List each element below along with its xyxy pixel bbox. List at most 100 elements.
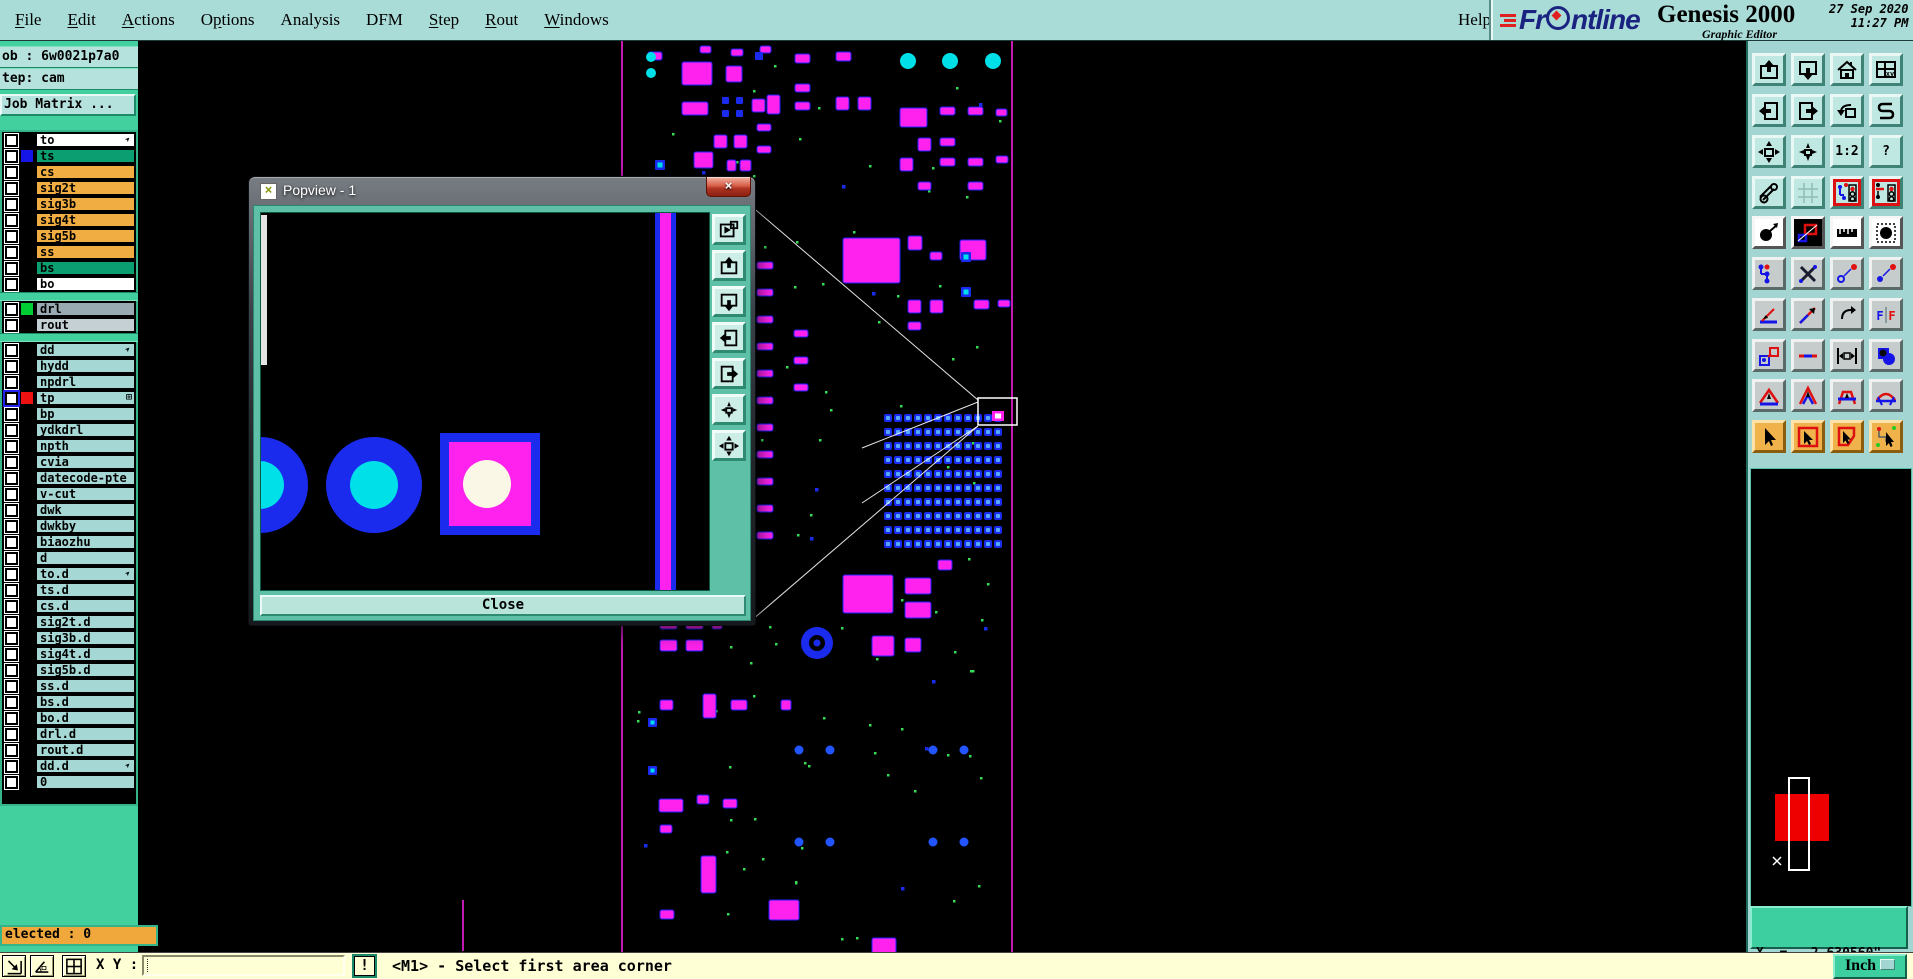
layer-color-swatch[interactable]	[21, 568, 33, 580]
layer-row-ss[interactable]: ss	[2, 244, 136, 260]
menu-analysis[interactable]: Analysis	[268, 10, 354, 30]
layer-row-drl.d[interactable]: drl.d	[2, 726, 136, 742]
layer-color-swatch[interactable]	[21, 600, 33, 612]
unit-dropdown[interactable]: Inch	[1833, 954, 1907, 979]
layer-row-sig3b[interactable]: sig3b	[2, 196, 136, 212]
layer-color-swatch[interactable]	[21, 632, 33, 644]
quad-view-button[interactable]	[62, 955, 86, 977]
select-net-button[interactable]	[1869, 420, 1903, 453]
layer-name-chip[interactable]: cs.d	[36, 599, 135, 613]
layer-name-chip[interactable]: dwk	[36, 503, 135, 517]
job-matrix-button[interactable]: Job Matrix ...	[0, 94, 136, 116]
layer-color-swatch[interactable]	[21, 472, 33, 484]
layer-checkbox[interactable]	[4, 598, 19, 614]
measure-slope-button[interactable]	[1791, 298, 1825, 331]
layer-color-swatch[interactable]	[21, 552, 33, 564]
layer-checkbox[interactable]	[4, 582, 19, 598]
layer-name-chip[interactable]: ydkdrl	[36, 423, 135, 437]
arc-tool-3-button[interactable]	[1830, 379, 1864, 412]
window-xy-button[interactable]: xy	[1869, 53, 1903, 86]
layer-name-chip[interactable]: npdrl	[36, 375, 135, 389]
popview-scrollbar[interactable]	[261, 215, 267, 365]
views-history-button[interactable]	[1869, 94, 1903, 127]
layer-row-ts.d[interactable]: ts.d	[2, 582, 136, 598]
layer-row-sig5b[interactable]: sig5b	[2, 228, 136, 244]
menu-file[interactable]: File	[2, 10, 54, 30]
layer-color-swatch[interactable]	[21, 456, 33, 468]
layer-checkbox[interactable]	[4, 422, 19, 438]
select-pad-button[interactable]	[1869, 216, 1903, 249]
layer-row-ss.d[interactable]: ss.d	[2, 678, 136, 694]
layer-row-bp[interactable]: bp	[2, 406, 136, 422]
layer-checkbox[interactable]	[4, 374, 19, 390]
layer-checkbox[interactable]	[4, 260, 19, 276]
previous-view-button[interactable]	[1830, 94, 1864, 127]
layer-name-chip[interactable]: dwkby	[36, 519, 135, 533]
layer-name-chip[interactable]: sig3b	[36, 197, 135, 211]
net-panel-2-button[interactable]	[1869, 176, 1903, 209]
layer-color-swatch[interactable]	[21, 319, 33, 331]
move-feature-button[interactable]	[1869, 257, 1903, 290]
layer-checkbox[interactable]	[4, 550, 19, 566]
layer-row-ts[interactable]: ts	[2, 148, 136, 164]
layer-name-chip[interactable]: bo	[36, 277, 135, 291]
layer-name-chip[interactable]: hydd	[36, 359, 135, 373]
job-name-field[interactable]: ob : 6w0021p7a0	[0, 46, 138, 68]
arc-tool-2-button[interactable]	[1791, 379, 1825, 412]
layer-name-chip[interactable]: rout.d	[36, 743, 135, 757]
layer-name-chip[interactable]: ss.d	[36, 679, 135, 693]
popview-popview-new-window-button[interactable]	[712, 214, 746, 245]
measure-point-button[interactable]	[1752, 216, 1786, 249]
layer-color-swatch[interactable]	[21, 262, 33, 274]
popview-pan-down-button[interactable]	[712, 286, 746, 317]
layer-checkbox[interactable]	[4, 646, 19, 662]
layer-color-swatch[interactable]	[21, 376, 33, 388]
help-tool-button[interactable]: ?	[1869, 135, 1903, 168]
net-chain-button[interactable]	[1752, 257, 1786, 290]
layer-row-datecode-pte[interactable]: datecode-pte	[2, 470, 136, 486]
layer-color-swatch[interactable]	[21, 504, 33, 516]
snap-corner-button[interactable]	[2, 955, 26, 977]
layer-color-swatch[interactable]	[21, 182, 33, 194]
layer-color-swatch[interactable]	[21, 246, 33, 258]
layer-row-bs[interactable]: bs	[2, 260, 136, 276]
popview-dialog[interactable]: × Popview - 1 × Close	[248, 176, 756, 626]
layer-name-chip[interactable]: bp	[36, 407, 135, 421]
layer-color-swatch[interactable]	[21, 488, 33, 500]
layer-name-chip[interactable]: biaozhu	[36, 535, 135, 549]
layer-row-d[interactable]: d	[2, 550, 136, 566]
layer-color-swatch[interactable]	[21, 198, 33, 210]
layer-row-to.d[interactable]: to.d ➤	[2, 566, 136, 582]
layer-color-swatch[interactable]	[21, 776, 33, 788]
layer-row-sig2t[interactable]: sig2t	[2, 180, 136, 196]
layer-row-to[interactable]: to ➤	[2, 132, 136, 148]
layer-name-chip[interactable]: sig4t.d	[36, 647, 135, 661]
layer-row-bs.d[interactable]: bs.d	[2, 694, 136, 710]
layer-checkbox[interactable]	[4, 662, 19, 678]
layer-row-tp[interactable]: tp ⊞	[2, 389, 136, 407]
layer-row-rout[interactable]: rout	[2, 317, 136, 333]
layer-color-swatch[interactable]	[21, 616, 33, 628]
pan-left-button[interactable]	[1752, 94, 1786, 127]
layer-name-chip[interactable]: dd.d ➤	[36, 759, 135, 773]
zoom-out-fit-button[interactable]	[1752, 135, 1786, 168]
layer-name-chip[interactable]: drl.d	[36, 727, 135, 741]
popview-pan-right-button[interactable]	[712, 358, 746, 389]
layer-name-chip[interactable]: sig5b.d	[36, 663, 135, 677]
layer-color-swatch[interactable]	[21, 520, 33, 532]
layer-checkbox[interactable]	[4, 342, 19, 358]
layer-checkbox[interactable]	[4, 678, 19, 694]
layer-compare-button[interactable]	[1791, 216, 1825, 249]
layer-name-chip[interactable]: drl	[36, 302, 135, 316]
layer-color-swatch[interactable]	[21, 712, 33, 724]
layer-name-chip[interactable]: d	[36, 551, 135, 565]
layer-row-sig5b.d[interactable]: sig5b.d	[2, 662, 136, 678]
layer-name-chip[interactable]: tp ⊞	[36, 391, 135, 405]
arc-tool-1-button[interactable]	[1752, 379, 1786, 412]
layer-row-0[interactable]: 0	[2, 774, 136, 790]
layer-checkbox[interactable]	[4, 470, 19, 486]
layer-name-chip[interactable]: sig2t.d	[36, 615, 135, 629]
layer-row-dd.d[interactable]: dd.d ➤	[2, 758, 136, 774]
surface-tool-button[interactable]	[1869, 339, 1903, 372]
menu-rout[interactable]: Rout	[472, 10, 531, 30]
